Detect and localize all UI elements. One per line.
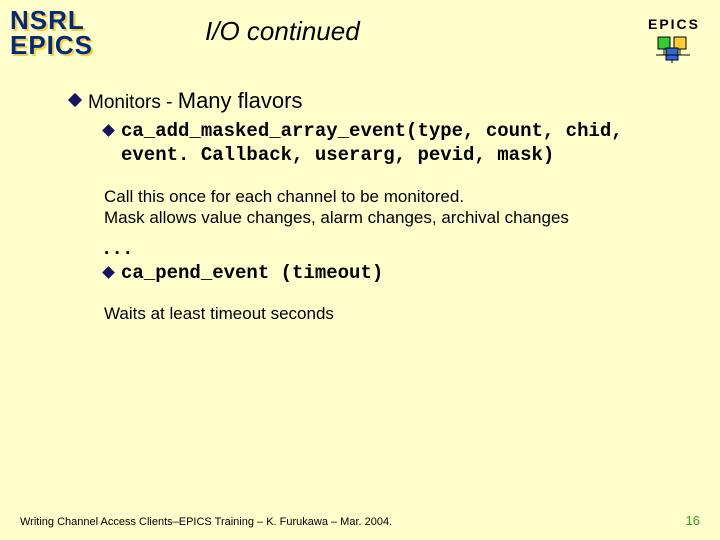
bullet-level1: Monitors - Many flavors xyxy=(70,88,680,114)
epics-label: EPICS xyxy=(648,16,700,32)
content-area: Monitors - Many flavors ca_add_masked_ar… xyxy=(70,88,680,324)
page-number: 16 xyxy=(686,513,700,528)
monitors-suffix: Many flavors xyxy=(178,88,303,113)
page-title: I/O continued xyxy=(205,16,360,47)
monitors-line: Monitors - Many flavors xyxy=(88,88,302,114)
epics-logo-icon xyxy=(656,35,700,68)
diamond-bullet-icon xyxy=(68,93,82,107)
footer: Writing Channel Access Clients–EPICS Tra… xyxy=(20,513,700,528)
header: I/O continued EPICS xyxy=(130,16,700,68)
footer-citation: Writing Channel Access Clients–EPICS Tra… xyxy=(20,516,392,528)
diamond-bullet-icon xyxy=(102,266,115,279)
desc-line: Mask allows value changes, alarm changes… xyxy=(104,207,680,228)
diamond-bullet-icon xyxy=(102,124,115,137)
desc-line: Call this once for each channel to be mo… xyxy=(104,186,680,207)
code-snippet-1: ca_add_masked_array_event(type, count, c… xyxy=(121,120,680,168)
logo-line2: EPICS xyxy=(10,33,93,58)
org-logo: NSRL EPICS xyxy=(10,8,93,57)
code-snippet-2: ca_pend_event (timeout) xyxy=(121,262,383,286)
epics-block: EPICS xyxy=(648,16,700,68)
description-1: Call this once for each channel to be mo… xyxy=(104,186,680,229)
ellipsis: . . . xyxy=(104,238,680,260)
monitors-label: Monitors - xyxy=(88,92,178,113)
description-2: Waits at least timeout seconds xyxy=(104,304,680,324)
logo-line1: NSRL xyxy=(10,8,93,33)
bullet-level2: ca_pend_event (timeout) xyxy=(104,262,680,286)
bullet-level2: ca_add_masked_array_event(type, count, c… xyxy=(104,120,680,168)
